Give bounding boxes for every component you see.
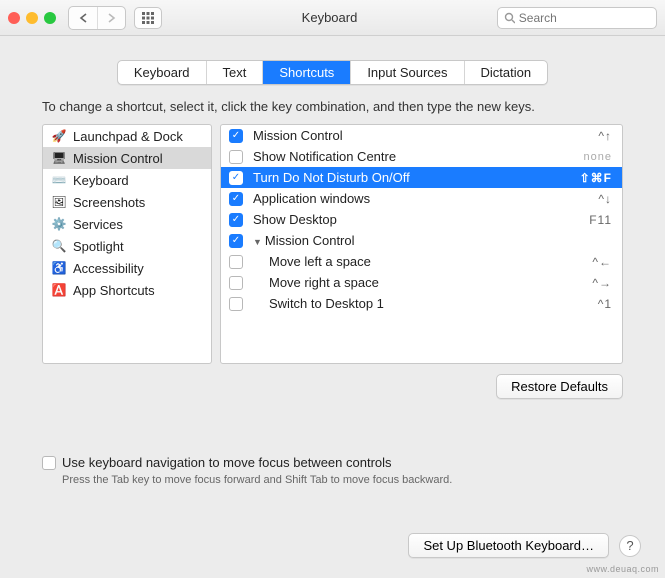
tab-input-sources[interactable]: Input Sources [351, 61, 464, 84]
accessibility-icon: ♿️ [51, 260, 67, 276]
cat-label: Screenshots [73, 195, 145, 210]
shortcut-row[interactable]: ✓ Application windows ^↓ [221, 188, 622, 209]
cat-label: Services [73, 217, 123, 232]
forward-button[interactable] [97, 7, 125, 29]
cat-screenshots[interactable]: 🖼 Screenshots [43, 191, 211, 213]
kb-nav-label: Use keyboard navigation to move focus be… [62, 455, 392, 470]
show-all-button[interactable] [134, 7, 162, 29]
tab-keyboard[interactable]: Keyboard [118, 61, 207, 84]
shortcut-label: Mission Control [253, 128, 588, 143]
cat-mission-control[interactable]: 🖥 Mission Control [43, 147, 211, 169]
help-button[interactable]: ? [619, 535, 641, 557]
shortcut-label: Show Notification Centre [253, 149, 574, 164]
shortcut-key[interactable]: ^→ [592, 276, 612, 290]
shortcut-row[interactable]: ✓ Turn Do Not Disturb On/Off ⇧⌘F [221, 167, 622, 188]
cat-label: Launchpad & Dock [73, 129, 183, 144]
cat-services[interactable]: ⚙️ Services [43, 213, 211, 235]
shortcut-row[interactable]: ✓ Mission Control ^↑ [221, 125, 622, 146]
shortcut-key[interactable]: ^1 [598, 297, 612, 311]
chevron-right-icon [107, 13, 116, 23]
shortcut-row[interactable]: Move left a space ^← [221, 251, 622, 272]
tab-bar: Keyboard Text Shortcuts Input Sources Di… [0, 60, 665, 85]
toolbar: Keyboard [0, 0, 665, 36]
shortcut-checkbox[interactable]: ✓ [229, 129, 243, 143]
shortcut-key[interactable]: F11 [589, 213, 612, 227]
shortcut-key[interactable]: ^← [592, 255, 612, 269]
back-button[interactable] [69, 7, 97, 29]
restore-defaults-button[interactable]: Restore Defaults [496, 374, 623, 399]
launchpad-icon: 🚀 [51, 128, 67, 144]
shortcut-list[interactable]: ✓ Mission Control ^↑ Show Notification Cen… [220, 124, 623, 364]
zoom-window[interactable] [44, 12, 56, 24]
chevron-left-icon [79, 13, 88, 23]
shortcut-group-row[interactable]: ✓ ▼Mission Control [221, 230, 622, 251]
shortcut-checkbox[interactable] [229, 276, 243, 290]
shortcut-key[interactable]: ^↑ [598, 129, 612, 143]
instruction-text: To change a shortcut, select it, click t… [0, 99, 665, 124]
watermark: www.deuaq.com [586, 564, 659, 574]
shortcut-checkbox[interactable]: ✓ [229, 234, 243, 248]
shortcut-row[interactable]: ✓ Show Desktop F11 [221, 209, 622, 230]
services-icon: ⚙️ [51, 216, 67, 232]
cat-app-shortcuts[interactable]: 🅰️ App Shortcuts [43, 279, 211, 301]
shortcut-label: ▼Mission Control [253, 233, 602, 248]
nav-back-forward [68, 6, 126, 30]
shortcut-key[interactable]: none [584, 151, 612, 163]
shortcut-checkbox[interactable]: ✓ [229, 171, 243, 185]
shortcut-label: Application windows [253, 191, 588, 206]
window-controls [8, 12, 56, 24]
search-input[interactable] [519, 11, 650, 25]
category-list[interactable]: 🚀 Launchpad & Dock 🖥 Mission Control ⌨️ Key… [42, 124, 212, 364]
disclosure-triangle-icon[interactable]: ▼ [253, 237, 262, 247]
search-field[interactable] [497, 7, 657, 29]
spotlight-icon: 🔍 [51, 238, 67, 254]
app-shortcuts-icon: 🅰️ [51, 282, 67, 298]
shortcut-checkbox[interactable] [229, 297, 243, 311]
cat-launchpad-dock[interactable]: 🚀 Launchpad & Dock [43, 125, 211, 147]
cat-label: Spotlight [73, 239, 124, 254]
cat-label: Keyboard [73, 173, 129, 188]
shortcut-checkbox[interactable] [229, 150, 243, 164]
search-icon [504, 12, 515, 24]
cat-label: Mission Control [73, 151, 163, 166]
shortcut-checkbox[interactable]: ✓ [229, 213, 243, 227]
shortcut-row[interactable]: Move right a space ^→ [221, 272, 622, 293]
shortcut-key[interactable]: ⇧⌘F [580, 171, 612, 185]
shortcut-row[interactable]: Switch to Desktop 1 ^1 [221, 293, 622, 314]
kb-nav-checkbox[interactable] [42, 456, 56, 470]
minimize-window[interactable] [26, 12, 38, 24]
shortcut-label: Show Desktop [253, 212, 579, 227]
cat-label: App Shortcuts [73, 283, 155, 298]
shortcut-label: Move left a space [253, 254, 582, 269]
shortcut-key[interactable]: ^↓ [598, 192, 612, 206]
cat-accessibility[interactable]: ♿️ Accessibility [43, 257, 211, 279]
shortcut-label: Turn Do Not Disturb On/Off [253, 170, 570, 185]
shortcut-label: Move right a space [253, 275, 582, 290]
shortcut-row[interactable]: Show Notification Centre none [221, 146, 622, 167]
close-window[interactable] [8, 12, 20, 24]
tab-shortcuts[interactable]: Shortcuts [263, 61, 351, 84]
tab-text[interactable]: Text [207, 61, 264, 84]
cat-spotlight[interactable]: 🔍 Spotlight [43, 235, 211, 257]
window-title: Keyboard [170, 10, 489, 25]
kb-nav-subtext: Press the Tab key to move focus forward … [0, 474, 665, 486]
shortcut-checkbox[interactable]: ✓ [229, 192, 243, 206]
tab-dictation[interactable]: Dictation [465, 61, 548, 84]
mission-control-icon: 🖥 [51, 150, 67, 166]
cat-label: Accessibility [73, 261, 144, 276]
cat-keyboard[interactable]: ⌨️ Keyboard [43, 169, 211, 191]
grid-icon [141, 11, 155, 25]
keyboard-icon: ⌨️ [51, 172, 67, 188]
shortcut-checkbox[interactable] [229, 255, 243, 269]
shortcut-label: Switch to Desktop 1 [253, 296, 588, 311]
screenshots-icon: 🖼 [51, 194, 67, 210]
setup-bluetooth-button[interactable]: Set Up Bluetooth Keyboard… [408, 533, 609, 558]
